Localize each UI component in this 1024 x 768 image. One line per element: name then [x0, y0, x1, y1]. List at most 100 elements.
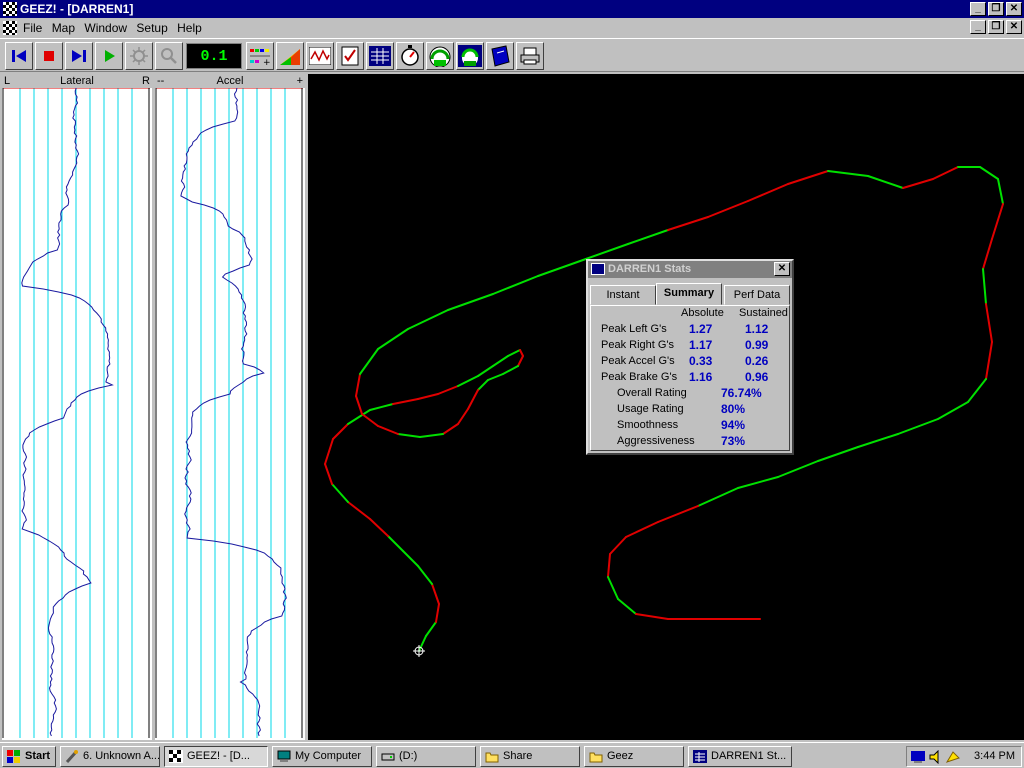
- network-icon[interactable]: [911, 750, 927, 764]
- track-segment: [537, 259, 584, 277]
- track-segment: [417, 393, 439, 400]
- track-segment: [867, 175, 904, 189]
- task-share[interactable]: Share: [480, 746, 580, 767]
- brightness-button[interactable]: [125, 42, 153, 70]
- color-scale-icon: +: [250, 49, 271, 66]
- track-segment: [707, 200, 749, 218]
- power-icon[interactable]: [945, 750, 961, 764]
- app-title-bar: GEEZ! - [DARREN1] _ ❐ ✕: [0, 0, 1024, 18]
- stats-title-bar[interactable]: DARREN1 Stats ✕: [588, 261, 792, 278]
- book-button[interactable]: [486, 42, 514, 70]
- stats-window-icon: [591, 263, 605, 275]
- mdi-checker-icon[interactable]: [3, 21, 17, 35]
- task-my-computer[interactable]: My Computer: [272, 746, 372, 767]
- task-stats[interactable]: DARREN1 St...: [688, 746, 792, 767]
- checker-icon: [169, 750, 183, 763]
- window-controls: _ ❐ ✕: [968, 2, 1022, 16]
- track-segment: [857, 433, 899, 448]
- menu-bar: File Map Window Setup Help _ ❐ ✕: [0, 18, 1024, 38]
- track-segment: [609, 536, 627, 555]
- tab-summary[interactable]: Summary: [656, 283, 722, 305]
- start-button[interactable]: Start: [2, 746, 56, 767]
- track-segment: [492, 355, 509, 367]
- task-geez[interactable]: GEEZ! - [D...: [164, 746, 268, 767]
- task-unknown[interactable]: 6. Unknown A...: [60, 746, 160, 767]
- zoom-button[interactable]: [155, 42, 183, 70]
- rating-value: 76.74%: [721, 386, 762, 400]
- restore-button[interactable]: ❐: [988, 2, 1004, 16]
- row-label: Peak Right G's: [601, 339, 675, 351]
- color-gradient-button[interactable]: [276, 42, 304, 70]
- track-segment: [369, 518, 389, 537]
- wrench-icon: [65, 750, 78, 763]
- rating-value: 94%: [721, 418, 746, 432]
- data-grid-button[interactable]: [366, 42, 394, 70]
- row-label: Peak Accel G's: [601, 355, 675, 367]
- print-button[interactable]: [516, 42, 544, 70]
- skip-back-button[interactable]: [5, 42, 33, 70]
- speaker-icon[interactable]: [929, 750, 943, 764]
- checklist-button[interactable]: [336, 42, 364, 70]
- graph-button[interactable]: [306, 42, 334, 70]
- menu-map[interactable]: Map: [52, 21, 75, 35]
- lateral-header: L Lateral R: [2, 74, 152, 88]
- color-scale-button[interactable]: +: [246, 42, 274, 70]
- drive-icon: [381, 753, 395, 761]
- track-segment: [517, 355, 524, 367]
- track-segment: [627, 229, 669, 245]
- printer-icon: [520, 47, 540, 65]
- mdi-minimize-button[interactable]: _: [970, 20, 986, 34]
- skip-forward-button[interactable]: [65, 42, 93, 70]
- zoom-icon: [161, 48, 177, 64]
- stopwatch-button[interactable]: [396, 42, 424, 70]
- trace-line: [21, 88, 114, 737]
- track-segment: [347, 501, 371, 520]
- brightness-icon: [130, 47, 148, 65]
- row-sustained-value: 0.96: [745, 370, 769, 384]
- track-segment: [519, 349, 524, 357]
- track-segment: [967, 378, 987, 403]
- mdi-controls: _ ❐ ✕: [968, 20, 1022, 34]
- stop-button[interactable]: [35, 42, 63, 70]
- row-sustained-value: 0.99: [745, 338, 769, 352]
- track-segment: [324, 463, 333, 485]
- play-button[interactable]: [95, 42, 123, 70]
- task-geez-folder[interactable]: Geez: [584, 746, 684, 767]
- task-drive-d[interactable]: (D:): [376, 746, 476, 767]
- track-segment: [827, 170, 869, 177]
- mdi-restore-button[interactable]: ❐: [988, 20, 1004, 34]
- accel-trace-chart: [155, 88, 303, 738]
- menu-file[interactable]: File: [23, 21, 42, 35]
- track-segment: [737, 476, 779, 489]
- start-label: Start: [25, 750, 51, 762]
- track-segment: [657, 505, 699, 523]
- menu-window[interactable]: Window: [84, 21, 127, 35]
- track-segment: [747, 183, 789, 202]
- taskbar: Start 6. Unknown A... GEEZ! - [D... My C…: [0, 742, 1024, 768]
- row-absolute-value: 0.33: [689, 354, 713, 368]
- speed-display: 0.1: [186, 43, 242, 69]
- stats-close-button[interactable]: ✕: [774, 262, 790, 276]
- mdi-close-button[interactable]: ✕: [1006, 20, 1022, 34]
- accel-header: -- Accel +: [155, 74, 305, 88]
- menu-help[interactable]: Help: [177, 21, 202, 35]
- row-absolute-value: 1.17: [689, 338, 713, 352]
- track-segment: [982, 238, 993, 270]
- tab-perf-data[interactable]: Perf Data: [724, 285, 790, 305]
- track-segment: [937, 401, 969, 420]
- track-segment: [697, 487, 739, 507]
- accel-title: Accel: [216, 75, 244, 87]
- dial-button[interactable]: [456, 42, 484, 70]
- folder-icon: [589, 752, 603, 763]
- lateral-panel: L Lateral R: [2, 74, 152, 740]
- stats-window[interactable]: DARREN1 Stats ✕ Instant Summary Perf Dat…: [586, 259, 794, 455]
- gauge-button[interactable]: [426, 42, 454, 70]
- track-segment: [457, 408, 469, 425]
- minimize-button[interactable]: _: [970, 2, 986, 16]
- menu-setup[interactable]: Setup: [136, 21, 167, 35]
- track-segment: [457, 375, 479, 387]
- windows-logo-icon: [7, 750, 20, 763]
- close-button[interactable]: ✕: [1006, 2, 1022, 16]
- tab-instant[interactable]: Instant: [590, 285, 656, 305]
- stats-title: DARREN1 Stats: [608, 263, 692, 275]
